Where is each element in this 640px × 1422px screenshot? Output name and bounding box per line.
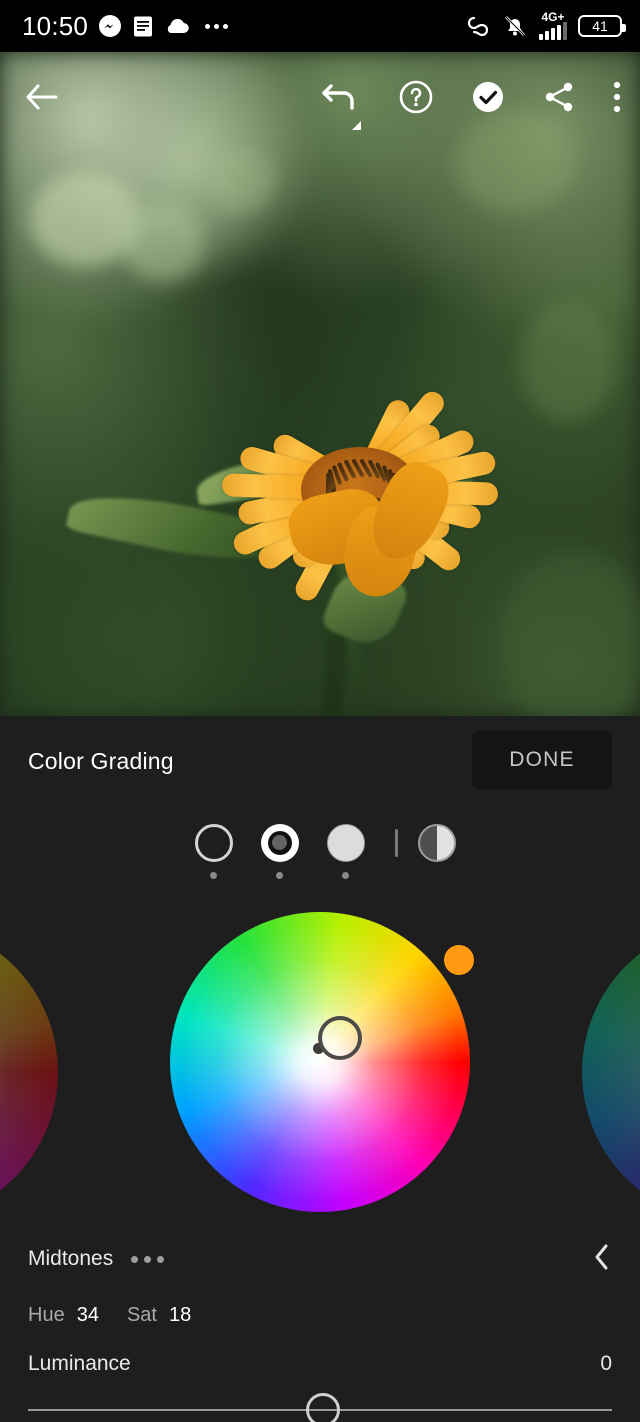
- network-type-label: 4G+: [541, 10, 565, 24]
- more-vertical-icon[interactable]: [612, 80, 622, 114]
- hue-value: 34: [76, 1303, 99, 1326]
- tone-tab-indicator-dot: [342, 871, 349, 879]
- sat-value: 18: [168, 1303, 192, 1326]
- app-root: 10:50 4G+ 41 Color Grading DONE Midtones…: [0, 0, 640, 1422]
- color-wheel-swatch[interactable]: [444, 945, 474, 975]
- sat-label: Sat: [126, 1303, 157, 1326]
- luminance-value: 0: [600, 1352, 612, 1375]
- luminance-slider[interactable]: [0, 1388, 640, 1422]
- checkmark-icon[interactable]: [470, 79, 506, 115]
- status-bar-left: 10:50: [22, 10, 229, 42]
- hue-label: Hue: [28, 1303, 65, 1326]
- luminance-label: Luminance: [28, 1352, 131, 1375]
- tone-tab-highlights[interactable]: [313, 823, 379, 879]
- done-button-label: DONE: [509, 748, 575, 771]
- battery-icon: 41: [578, 15, 626, 37]
- midtones-icon-inner: [267, 830, 292, 855]
- undo-icon[interactable]: [320, 76, 362, 130]
- more-horizontal-icon[interactable]: [131, 1255, 165, 1263]
- screen-record-icon: [465, 14, 491, 38]
- back-arrow-icon[interactable]: [16, 72, 66, 122]
- color-wheel-midtones[interactable]: [170, 912, 470, 1212]
- mute-bell-icon: [502, 14, 528, 39]
- cloud-icon: [164, 17, 190, 35]
- status-bar: 10:50 4G+ 41: [0, 0, 640, 52]
- network-indicator: 4G+: [539, 10, 567, 40]
- done-button[interactable]: DONE: [472, 731, 612, 789]
- page-title: Color Grading: [28, 747, 174, 774]
- shadows-circle-icon: [194, 823, 233, 862]
- luminance-slider-handle[interactable]: [306, 1393, 340, 1422]
- photo-preview[interactable]: [0, 52, 640, 716]
- tone-tab-indicator-dot: [276, 871, 283, 879]
- luminance-slider-header: Luminance 0: [0, 1352, 640, 1376]
- messenger-icon: [98, 14, 122, 38]
- status-time: 10:50: [22, 10, 89, 41]
- hue-sat-row: Hue 34 Sat 18: [0, 1296, 640, 1334]
- bokeh-highlight: [120, 202, 205, 282]
- selected-tone-label: Midtones: [28, 1247, 114, 1270]
- tone-tab-shadows[interactable]: [181, 823, 247, 879]
- signal-bars-icon: [539, 22, 567, 40]
- help-icon[interactable]: [398, 79, 434, 115]
- selected-tone-row: Midtones: [0, 1235, 640, 1283]
- toolbar-actions: [320, 76, 622, 130]
- highlights-circle-icon: [326, 823, 365, 862]
- battery-level-label: 41: [592, 18, 608, 34]
- editor-toolbar: [0, 52, 640, 142]
- panel-header: Color Grading DONE: [0, 716, 640, 806]
- bokeh-highlight: [205, 147, 275, 212]
- tone-tab-midtones[interactable]: [247, 823, 313, 879]
- more-notifications-icon: [205, 23, 229, 29]
- undo-longpress-indicator: [352, 121, 361, 130]
- share-icon[interactable]: [542, 80, 576, 114]
- midtones-circle-icon: [260, 823, 299, 862]
- chevron-left-icon[interactable]: [592, 1242, 612, 1277]
- tone-tab-bar: [0, 806, 640, 896]
- tone-tab-indicator-dot: [210, 871, 217, 879]
- color-wheel-handle[interactable]: [318, 1016, 362, 1060]
- global-split-circle-icon: [417, 823, 456, 862]
- status-bar-right: 4G+ 41: [465, 10, 626, 40]
- tone-tab-separator: [394, 829, 398, 857]
- midtones-icon-core: [272, 835, 287, 850]
- luminance-slider-block: Luminance 0: [0, 1352, 640, 1422]
- notes-icon: [132, 15, 154, 38]
- tone-tab-global[interactable]: [414, 823, 460, 879]
